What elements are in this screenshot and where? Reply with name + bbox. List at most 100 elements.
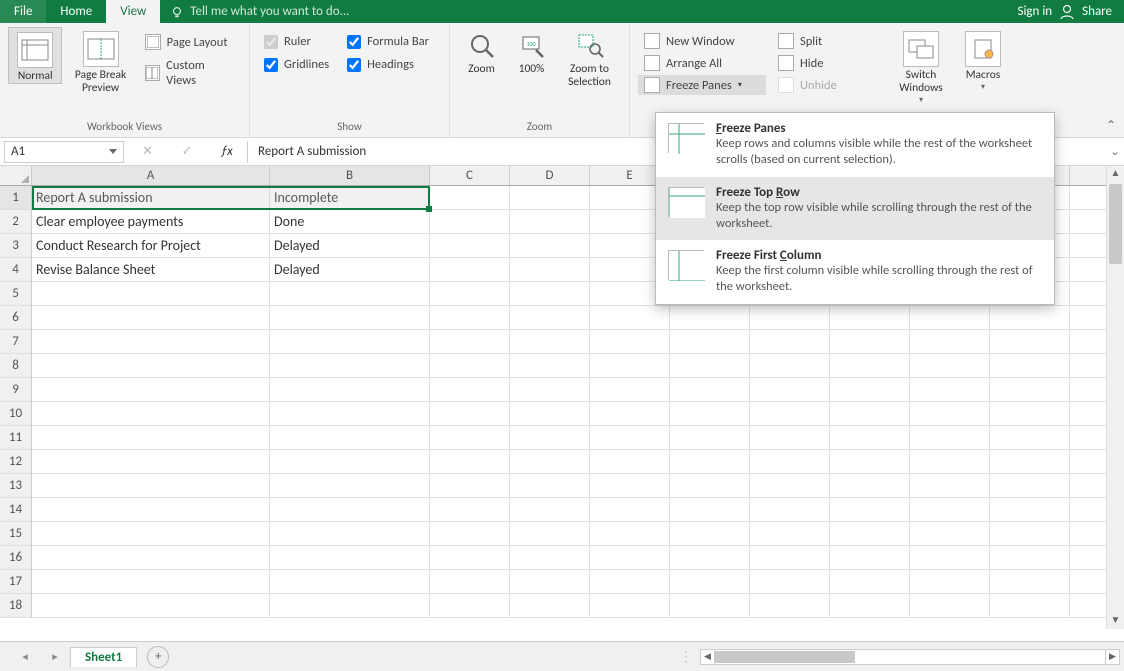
cell-B6[interactable] [270,306,430,330]
cell-E18[interactable] [590,594,670,618]
cell-B4[interactable]: Delayed [270,258,430,282]
cell-D11[interactable] [510,426,590,450]
arrange-all-button[interactable]: Arrange All [638,53,766,73]
cell-H18[interactable] [830,594,910,618]
cell-I11[interactable] [910,426,990,450]
cell-J6[interactable] [990,306,1070,330]
cell-F13[interactable] [670,474,750,498]
cell-D9[interactable] [510,378,590,402]
cell-G13[interactable] [750,474,830,498]
split-button[interactable]: Split [772,31,850,51]
cell-B8[interactable] [270,354,430,378]
cell-F12[interactable] [670,450,750,474]
freeze-panes-button[interactable]: Freeze Panes▾ [638,75,766,95]
cell-C3[interactable] [430,234,510,258]
cell-J11[interactable] [990,426,1070,450]
cell-J12[interactable] [990,450,1070,474]
cell-H10[interactable] [830,402,910,426]
cell-C6[interactable] [430,306,510,330]
cell-B13[interactable] [270,474,430,498]
cell-G14[interactable] [750,498,830,522]
cell-A3[interactable]: Conduct Research for Project [32,234,270,258]
row-header-13[interactable]: 13 [0,474,31,498]
gridlines-checkbox[interactable]: Gridlines [258,54,335,75]
hide-button[interactable]: Hide [772,53,850,73]
cell-F8[interactable] [670,354,750,378]
cell-E10[interactable] [590,402,670,426]
row-header-10[interactable]: 10 [0,402,31,426]
cell-D16[interactable] [510,546,590,570]
cell-C1[interactable] [430,186,510,210]
tab-view[interactable]: View [106,0,160,23]
cell-C18[interactable] [430,594,510,618]
expand-formula-bar-button[interactable]: ⌄ [1106,145,1124,158]
row-header-4[interactable]: 4 [0,258,31,282]
row-header-8[interactable]: 8 [0,354,31,378]
cell-I9[interactable] [910,378,990,402]
ruler-checkbox[interactable]: Ruler [258,31,335,52]
cell-H7[interactable] [830,330,910,354]
cell-A5[interactable] [32,282,270,306]
row-header-1[interactable]: 1 [0,186,31,210]
cell-D10[interactable] [510,402,590,426]
cell-C9[interactable] [430,378,510,402]
vertical-scrollbar[interactable]: ▲ ▼ [1106,166,1124,629]
share-button[interactable]: Share [1082,4,1112,19]
cell-C10[interactable] [430,402,510,426]
cell-C4[interactable] [430,258,510,282]
cell-E17[interactable] [590,570,670,594]
cell-D3[interactable] [510,234,590,258]
cell-B15[interactable] [270,522,430,546]
cell-F9[interactable] [670,378,750,402]
cell-C7[interactable] [430,330,510,354]
row-header-3[interactable]: 3 [0,234,31,258]
cell-A8[interactable] [32,354,270,378]
cell-C11[interactable] [430,426,510,450]
cancel-formula-icon[interactable]: ✕ [142,144,153,159]
formula-bar-checkbox[interactable]: Formula Bar [341,31,435,52]
cell-C5[interactable] [430,282,510,306]
cell-F6[interactable] [670,306,750,330]
cell-D7[interactable] [510,330,590,354]
cell-H16[interactable] [830,546,910,570]
cell-E16[interactable] [590,546,670,570]
cell-F15[interactable] [670,522,750,546]
scroll-up-button[interactable]: ▲ [1107,166,1124,182]
cell-I10[interactable] [910,402,990,426]
enter-formula-icon[interactable]: ✓ [181,144,192,159]
cell-F11[interactable] [670,426,750,450]
zoom-button[interactable]: Zoom [460,27,504,76]
macros-button[interactable]: Macros▾ [958,27,1008,92]
cell-G11[interactable] [750,426,830,450]
cell-H13[interactable] [830,474,910,498]
custom-views-button[interactable]: Custom Views [139,55,241,91]
cell-H12[interactable] [830,450,910,474]
cell-F17[interactable] [670,570,750,594]
cell-J7[interactable] [990,330,1070,354]
cell-E6[interactable] [590,306,670,330]
cell-A13[interactable] [32,474,270,498]
cell-G12[interactable] [750,450,830,474]
cell-J10[interactable] [990,402,1070,426]
cell-B1[interactable]: Incomplete [270,186,430,210]
row-header-17[interactable]: 17 [0,570,31,594]
tell-me-search[interactable]: Tell me what you want to do... [160,0,1005,23]
page-layout-button[interactable]: Page Layout [139,31,241,53]
zoom-to-selection-button[interactable]: Zoom to Selection [560,27,620,89]
cell-G7[interactable] [750,330,830,354]
row-header-18[interactable]: 18 [0,594,31,618]
cell-C12[interactable] [430,450,510,474]
row-header-15[interactable]: 15 [0,522,31,546]
cell-C2[interactable] [430,210,510,234]
cell-A4[interactable]: Revise Balance Sheet [32,258,270,282]
cell-C17[interactable] [430,570,510,594]
cell-E12[interactable] [590,450,670,474]
unhide-button[interactable]: Unhide [772,75,850,95]
row-header-6[interactable]: 6 [0,306,31,330]
cell-F14[interactable] [670,498,750,522]
cell-D2[interactable] [510,210,590,234]
cell-C15[interactable] [430,522,510,546]
headings-checkbox[interactable]: Headings [341,54,435,75]
cell-C14[interactable] [430,498,510,522]
col-header-B[interactable]: B [270,166,430,185]
